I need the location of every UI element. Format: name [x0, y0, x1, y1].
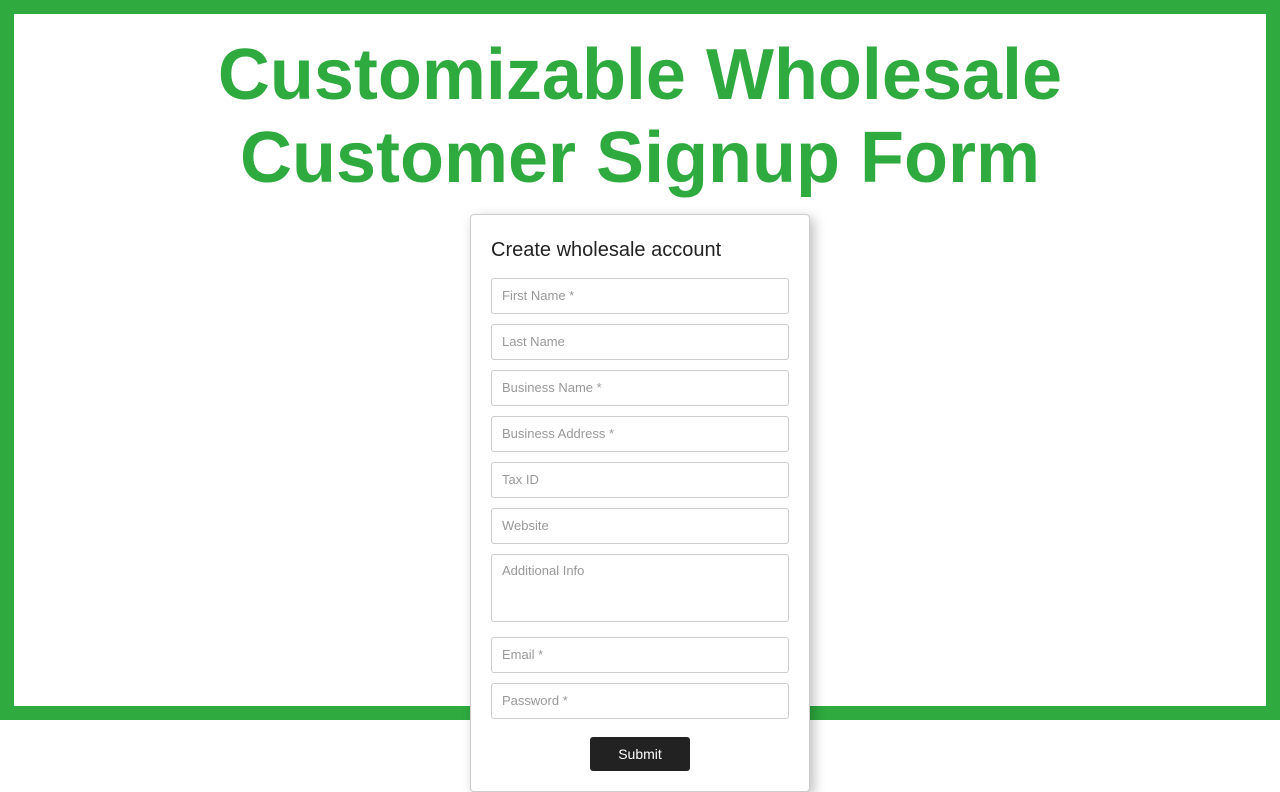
form-card: Create wholesale account Submit — [470, 214, 810, 792]
form-card-title: Create wholesale account — [491, 239, 789, 262]
page-wrapper: Customizable Wholesale Customer Signup F… — [14, 14, 1266, 706]
page-title: Customizable Wholesale Customer Signup F… — [158, 14, 1122, 210]
business-address-input[interactable] — [491, 416, 789, 452]
tax-id-input[interactable] — [491, 462, 789, 498]
email-input[interactable] — [491, 637, 789, 673]
password-input[interactable] — [491, 683, 789, 719]
business-name-input[interactable] — [491, 370, 789, 406]
last-name-input[interactable] — [491, 324, 789, 360]
website-input[interactable] — [491, 508, 789, 544]
first-name-input[interactable] — [491, 278, 789, 314]
submit-button[interactable]: Submit — [590, 737, 690, 771]
additional-info-input[interactable] — [491, 554, 789, 622]
